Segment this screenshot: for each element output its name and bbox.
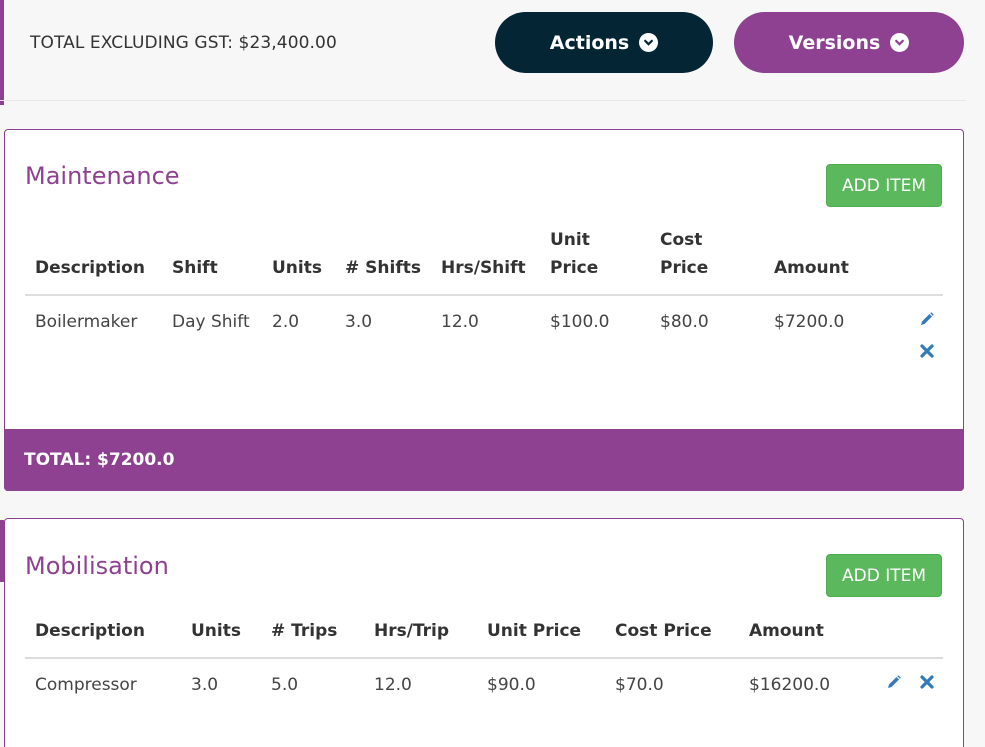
row-actions	[873, 658, 943, 711]
column-header: Description	[25, 226, 162, 296]
summary-header: TOTAL EXCLUDING GST: $23,400.00 Actions …	[0, 0, 966, 101]
actions-label: Actions	[549, 31, 630, 54]
column-header-actions	[873, 617, 943, 659]
actions-dropdown-button[interactable]: Actions	[495, 12, 713, 73]
cell-units: 2.0	[272, 312, 300, 332]
maintenance-panel: Maintenance ADD ITEM Description Shift U…	[4, 129, 964, 491]
column-header: # Shifts	[335, 226, 431, 296]
column-header: Cost Price	[605, 617, 739, 659]
column-header: Amount	[739, 617, 873, 659]
mobilisation-table: Description Units # Trips Hrs/Trip Unit …	[25, 617, 943, 711]
column-header: Unit Price	[540, 226, 650, 296]
column-header: Units	[181, 617, 261, 659]
column-header: Unit Price	[477, 617, 605, 659]
close-icon[interactable]	[919, 671, 935, 689]
cell-shifts: 3.0	[345, 312, 373, 332]
section-total-maintenance: TOTAL: $7200.0	[4, 429, 964, 491]
section-title-mobilisation: Mobilisation	[25, 552, 169, 580]
chevron-down-icon	[639, 33, 659, 52]
pencil-icon[interactable]	[886, 671, 902, 688]
cell-units: 3.0	[191, 675, 219, 695]
column-header: Shift	[162, 226, 262, 296]
cell-hrs-shift: 12.0	[441, 312, 479, 332]
cell-unit-price: $100.0	[550, 312, 610, 332]
cell-amount: $16200.0	[749, 675, 831, 695]
section-title-maintenance: Maintenance	[25, 162, 180, 190]
cell-amount: $7200.0	[774, 312, 845, 332]
cell-trips: 5.0	[271, 675, 299, 695]
pencil-icon[interactable]	[919, 308, 935, 325]
cell-unit-price: $90.0	[487, 675, 536, 695]
row-actions	[874, 295, 943, 380]
cell-cost-price: $70.0	[615, 675, 664, 695]
cell-description: Compressor	[35, 675, 137, 695]
add-item-button-mobilisation[interactable]: ADD ITEM	[826, 554, 942, 597]
column-header: Units	[262, 226, 335, 296]
cell-cost-price: $80.0	[660, 312, 709, 332]
column-header: Hrs/Trip	[364, 617, 477, 659]
table-row: Boilermaker Day Shift 2.0 3.0 12.0 $100.…	[25, 295, 943, 380]
add-item-button-maintenance[interactable]: ADD ITEM	[826, 164, 942, 207]
total-excluding-gst: TOTAL EXCLUDING GST: $23,400.00	[30, 33, 337, 53]
column-header: Hrs/Shift	[431, 226, 540, 296]
column-header: Cost Price	[650, 226, 764, 296]
versions-dropdown-button[interactable]: Versions	[734, 12, 964, 73]
versions-label: Versions	[788, 31, 881, 54]
cell-hrs-trip: 12.0	[374, 675, 412, 695]
close-icon[interactable]	[919, 340, 935, 358]
column-header: # Trips	[261, 617, 364, 659]
mobilisation-panel: Mobilisation ADD ITEM Description Units …	[4, 518, 964, 747]
cell-shift: Day Shift	[172, 312, 250, 332]
cell-description: Boilermaker	[35, 312, 138, 332]
column-header: Amount	[764, 226, 874, 296]
chevron-down-icon	[890, 33, 910, 52]
column-header-actions	[874, 226, 943, 296]
table-row: Compressor 3.0 5.0 12.0 $90.0 $70.0 $162…	[25, 658, 943, 711]
column-header: Description	[25, 617, 181, 659]
maintenance-table: Description Shift Units # Shifts Hrs/Shi…	[25, 226, 943, 380]
